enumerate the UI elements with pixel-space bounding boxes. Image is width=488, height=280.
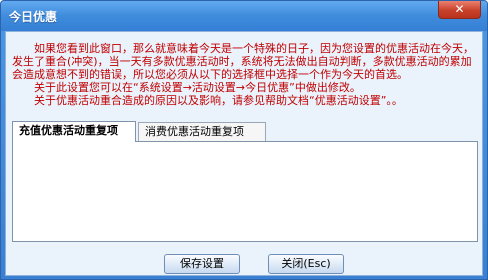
notice-paragraph-1: 如果您看到此窗口，那么就意味着今天是一个特殊的日子，因为您设置的优惠活动在今天，…	[12, 42, 474, 81]
tab-label: 消费优惠活动重复项	[145, 125, 244, 138]
notice-paragraph-3: 关于优惠活动重合造成的原因以及影响，请参见帮助文档“优惠活动设置”。。	[34, 94, 403, 107]
close-icon: ✕	[454, 2, 465, 16]
dialog-body: 如果您看到此窗口，那么就意味着今天是一个特殊的日子，因为您设置的优惠活动在今天，…	[5, 31, 483, 276]
notice-text: 如果您看到此窗口，那么就意味着今天是一个特殊的日子，因为您设置的优惠活动在今天，…	[12, 42, 478, 107]
tab-panel	[12, 141, 478, 242]
tab-recharge-promotion-duplicates[interactable]: 充值优惠活动重复项	[12, 121, 136, 142]
close-window-button[interactable]: ✕	[438, 1, 481, 19]
dialog-window: 今日优惠 ✕ 如果您看到此窗口，那么就意味着今天是一个特殊的日子，因为您设置的优…	[0, 0, 488, 280]
save-settings-button[interactable]: 保存设置	[164, 254, 240, 274]
window-title: 今日优惠	[9, 10, 58, 24]
tab-strip: 充值优惠活动重复项 消费优惠活动重复项	[12, 121, 478, 142]
button-bar: 保存设置 关闭(Esc)	[6, 250, 484, 276]
close-button[interactable]: 关闭(Esc)	[268, 254, 344, 274]
notice-paragraph-2: 关于此设置您可以在“系统设置→活动设置→今日优惠”中做出修改。	[34, 81, 361, 94]
tab-label: 充值优惠活动重复项	[19, 124, 118, 137]
tab-consumption-promotion-duplicates[interactable]: 消费优惠活动重复项	[138, 122, 266, 141]
title-bar[interactable]: 今日优惠 ✕	[1, 1, 487, 31]
